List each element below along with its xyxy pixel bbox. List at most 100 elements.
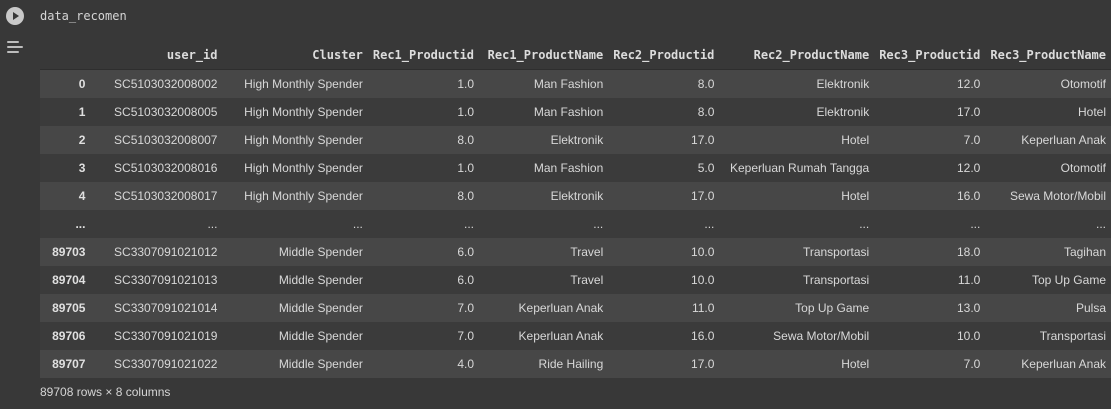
table-cell: 17.0: [691, 189, 715, 203]
table-row: 1 SC5103032008005 High Monthly Spender 1.0 M…: [40, 98, 1111, 126]
table-cell: Transportasi: [802, 245, 870, 259]
table-cell: Middle Spender: [278, 357, 363, 371]
table-cell: High Monthly Spender: [244, 189, 363, 203]
table-cell: High Monthly Spender: [244, 161, 363, 175]
table-cell: 16.0: [957, 189, 981, 203]
table-cell: 17.0: [691, 133, 715, 147]
column-header: Rec1_ProductName: [479, 41, 609, 70]
table-cell: Ride Hailing: [538, 357, 604, 371]
table-cell: SC3307091021019: [114, 329, 218, 343]
table-cell: ...: [352, 217, 363, 231]
table-cell: Middle Spender: [278, 273, 363, 287]
row-index: 89704: [52, 273, 86, 287]
table-cell: Hotel: [841, 133, 870, 147]
table-cell: Pulsa: [1075, 301, 1106, 315]
table-cell: Tagihan: [1063, 245, 1106, 259]
row-index: 89707: [52, 357, 86, 371]
table-cell: 6.0: [457, 273, 475, 287]
table-cell: 5.0: [697, 161, 715, 175]
column-header: Rec2_Productid: [608, 41, 720, 70]
table-cell: Elektronik: [550, 189, 604, 203]
table-row: 89703 SC3307091021012 Middle Spender 6.0 Tra…: [40, 238, 1111, 266]
table-cell: Keperluan Anak: [1021, 133, 1106, 147]
table-cell: 7.0: [963, 357, 981, 371]
column-header: Rec2_ProductName: [719, 41, 875, 70]
table-header-row: user_id Cluster Rec1_Productid Rec1_Prod…: [40, 41, 1111, 70]
table-cell: Transportasi: [802, 273, 870, 287]
table-cell: Hotel: [841, 357, 870, 371]
table-cell: ...: [464, 217, 475, 231]
table-cell: SC5103032008005: [114, 105, 218, 119]
table-cell: High Monthly Spender: [244, 133, 363, 147]
table-row: 4 SC5103032008017 High Monthly Spender 8.0 E…: [40, 182, 1111, 210]
table-cell: 10.0: [691, 273, 715, 287]
table-cell: High Monthly Spender: [244, 105, 363, 119]
row-index: 3: [78, 161, 86, 175]
column-header: user_id: [90, 41, 223, 70]
column-header: Rec1_Productid: [367, 41, 480, 70]
table-cell: Travel: [570, 245, 604, 259]
table-row: 89705 SC3307091021014 Middle Spender 7.0 Kep…: [40, 294, 1111, 322]
row-index: 89706: [52, 329, 86, 343]
table-cell: SC5103032008016: [114, 161, 218, 175]
table-cell: Keperluan Rumah Tangga: [729, 161, 870, 175]
column-header: Rec3_Productid: [874, 41, 986, 70]
table-cell: ...: [1095, 217, 1106, 231]
table-cell: SC3307091021014: [114, 301, 218, 315]
table-cell: Transportasi: [1039, 329, 1106, 343]
table-row: 89707 SC3307091021022 Middle Spender 4.0 Rid…: [40, 350, 1111, 378]
table-cell: Top Up Game: [795, 301, 870, 315]
table-cell: Hotel: [841, 189, 870, 203]
table-cell: Keperluan Anak: [1021, 357, 1106, 371]
table-cell: 1.0: [457, 105, 475, 119]
table-cell: Keperluan Anak: [518, 301, 604, 315]
table-cell: ...: [859, 217, 870, 231]
table-row: 0 SC5103032008002 High Monthly Spender 1.0 M…: [40, 69, 1111, 98]
table-cell: 10.0: [957, 329, 981, 343]
table-cell: Middle Spender: [278, 329, 363, 343]
table-cell: 11.0: [957, 273, 981, 287]
output-actions-icon[interactable]: [7, 40, 25, 56]
table-cell: ...: [970, 217, 981, 231]
row-index: 1: [78, 105, 86, 119]
table-cell: Middle Spender: [278, 245, 363, 259]
table-cell: 12.0: [957, 77, 981, 91]
table-cell: 7.0: [963, 133, 981, 147]
table-cell: Otomotif: [1060, 77, 1106, 91]
table-cell: 1.0: [457, 161, 475, 175]
table-cell: Keperluan Anak: [518, 329, 604, 343]
row-index: 2: [78, 133, 86, 147]
table-cell: 7.0: [457, 329, 475, 343]
table-cell: SC5103032008002: [114, 77, 218, 91]
table-row: ...........................: [40, 210, 1111, 238]
table-cell: Hotel: [1077, 105, 1106, 119]
row-index: 89703: [52, 245, 86, 259]
table-cell: Otomotif: [1060, 161, 1106, 175]
table-cell: SC3307091021022: [114, 357, 218, 371]
table-row: 2 SC5103032008007 High Monthly Spender 8.0 E…: [40, 126, 1111, 154]
table-cell: ...: [704, 217, 715, 231]
table-cell: Man Fashion: [533, 161, 604, 175]
table-cell: SC5103032008017: [114, 189, 218, 203]
table-cell: 8.0: [457, 133, 475, 147]
table-cell: 13.0: [957, 301, 981, 315]
table-cell: Sewa Motor/Mobil: [773, 329, 870, 343]
table-cell: High Monthly Spender: [244, 77, 363, 91]
code-text[interactable]: data_recomen: [40, 9, 127, 23]
row-index: ...: [75, 217, 86, 231]
table-cell: 16.0: [691, 329, 715, 343]
table-cell: Travel: [570, 273, 604, 287]
table-cell: 17.0: [691, 357, 715, 371]
table-cell: 17.0: [957, 105, 981, 119]
column-header: [40, 41, 91, 70]
table-row: 89706 SC3307091021019 Middle Spender 7.0 Kep…: [40, 322, 1111, 350]
table-summary: 89708 rows × 8 columns: [40, 385, 171, 399]
table-cell: 8.0: [457, 189, 475, 203]
table-cell: 4.0: [457, 357, 475, 371]
table-cell: 8.0: [697, 105, 715, 119]
table-cell: ...: [593, 217, 604, 231]
row-index: 0: [78, 77, 86, 91]
row-index: 4: [78, 189, 86, 203]
play-icon[interactable]: [6, 7, 24, 25]
table-row: 3 SC5103032008016 High Monthly Spender 1.0 M…: [40, 154, 1111, 182]
